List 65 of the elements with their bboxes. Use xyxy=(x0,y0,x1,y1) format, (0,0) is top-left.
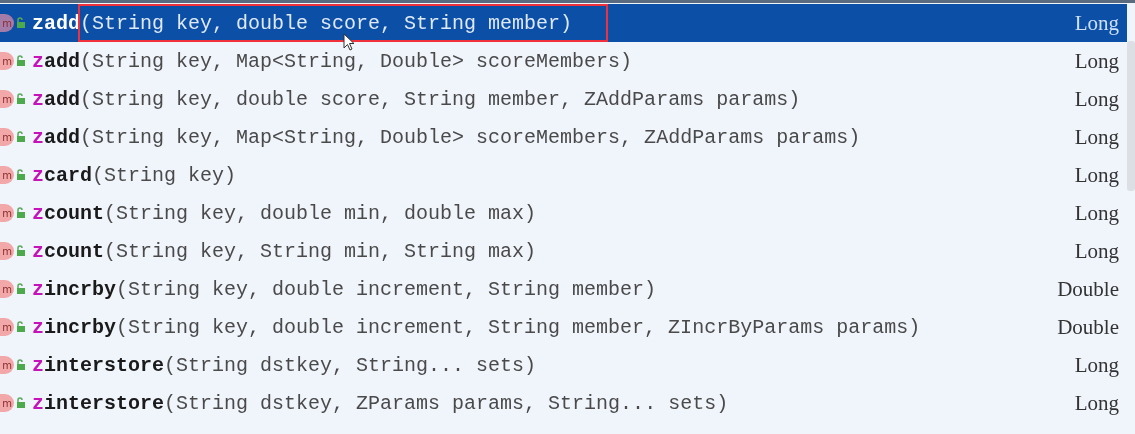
return-type: Long xyxy=(1074,238,1119,264)
method-params: (String dstkey, String... sets) xyxy=(164,353,537,377)
completion-item[interactable]: m zadd(String key, double score, String member, ZAddParams params) Long xyxy=(0,80,1127,118)
method-params: (String key, double score, String member) xyxy=(80,11,573,35)
lock-icon xyxy=(16,55,26,67)
return-type: Double xyxy=(1057,276,1119,302)
method-name: zadd xyxy=(32,87,81,111)
method-icon: m xyxy=(0,318,14,336)
method-name: zcard xyxy=(32,163,93,187)
method-params: (String dstkey, ZParams params, String... sets) xyxy=(164,391,729,415)
method-icon: m xyxy=(0,128,14,146)
completion-item[interactable]: m zinterstore(String dstkey, String... sets) Long xyxy=(0,346,1127,384)
lock-icon xyxy=(16,397,26,409)
method-name: zinterstore xyxy=(32,391,165,415)
method-name: zincrby xyxy=(32,277,117,301)
method-icon: m xyxy=(0,242,14,260)
completion-item[interactable]: m zcount(String key, double min, double max) Long xyxy=(0,194,1127,232)
completion-item[interactable]: m zincrby(String key, double increment, String member, ZIncrByParams params) Double xyxy=(0,308,1127,346)
lock-icon xyxy=(16,283,26,295)
lock-icon xyxy=(16,245,26,257)
lock-icon xyxy=(16,93,26,105)
method-params: (String key, double score, String member, ZAddParams params) xyxy=(80,87,801,111)
method-name: zadd xyxy=(32,49,81,73)
completion-item[interactable]: m zcount(String key, String min, String max) Long xyxy=(0,232,1127,270)
completion-item[interactable]: m zadd(String key, Map<String, Double> scoreMembers) Long xyxy=(0,42,1127,80)
method-icon: m xyxy=(0,280,14,298)
method-params: (String key, Map<String, Double> scoreMembers) xyxy=(80,49,633,73)
method-icon: m xyxy=(0,166,14,184)
method-params: (String key, double increment, String member, ZIncrByParams params) xyxy=(116,315,921,339)
completion-item[interactable]: m zincrby(String key, double increment, String member) Double xyxy=(0,270,1127,308)
method-icon: m xyxy=(0,90,14,108)
method-params: (String key, Map<String, Double> scoreMembers, ZAddParams params) xyxy=(80,125,861,149)
lock-icon xyxy=(16,169,26,181)
return-type: Long xyxy=(1074,124,1119,150)
return-type: Long xyxy=(1074,86,1119,112)
return-type: Long xyxy=(1074,200,1119,226)
method-name: zincrby xyxy=(32,315,117,339)
return-type: Long xyxy=(1074,162,1119,188)
method-icon: m xyxy=(0,14,14,32)
completion-item[interactable]: m zadd(String key, Map<String, Double> scoreMembers, ZAddParams params) Long xyxy=(0,118,1127,156)
method-icon: m xyxy=(0,356,14,374)
lock-icon xyxy=(16,321,26,333)
method-icon: m xyxy=(0,394,14,412)
return-type: Double xyxy=(1057,314,1119,340)
method-name: zinterstore xyxy=(32,353,165,377)
lock-icon xyxy=(16,359,26,371)
method-icon: m xyxy=(0,204,14,222)
completion-item[interactable]: m zcard(String key) Long xyxy=(0,156,1127,194)
return-type: Long xyxy=(1074,390,1119,416)
lock-icon xyxy=(16,17,26,29)
return-type: Long xyxy=(1074,352,1119,378)
completion-item[interactable]: m zinterstore(String dstkey, ZParams params, String... sets) Long xyxy=(0,384,1127,422)
method-params: (String key, String min, String max) xyxy=(104,239,537,263)
method-icon: m xyxy=(0,52,14,70)
lock-icon xyxy=(16,131,26,143)
lock-icon xyxy=(16,207,26,219)
return-type: Long xyxy=(1074,48,1119,74)
method-params: (String key, double min, double max) xyxy=(104,201,537,225)
cursor-icon xyxy=(343,33,355,51)
method-params: (String key, double increment, String member) xyxy=(116,277,657,301)
return-type: Long xyxy=(1074,10,1119,36)
method-name: zcount xyxy=(32,239,105,263)
method-params: (String key) xyxy=(92,163,237,187)
method-name: zadd xyxy=(32,125,81,149)
method-name: zcount xyxy=(32,201,105,225)
